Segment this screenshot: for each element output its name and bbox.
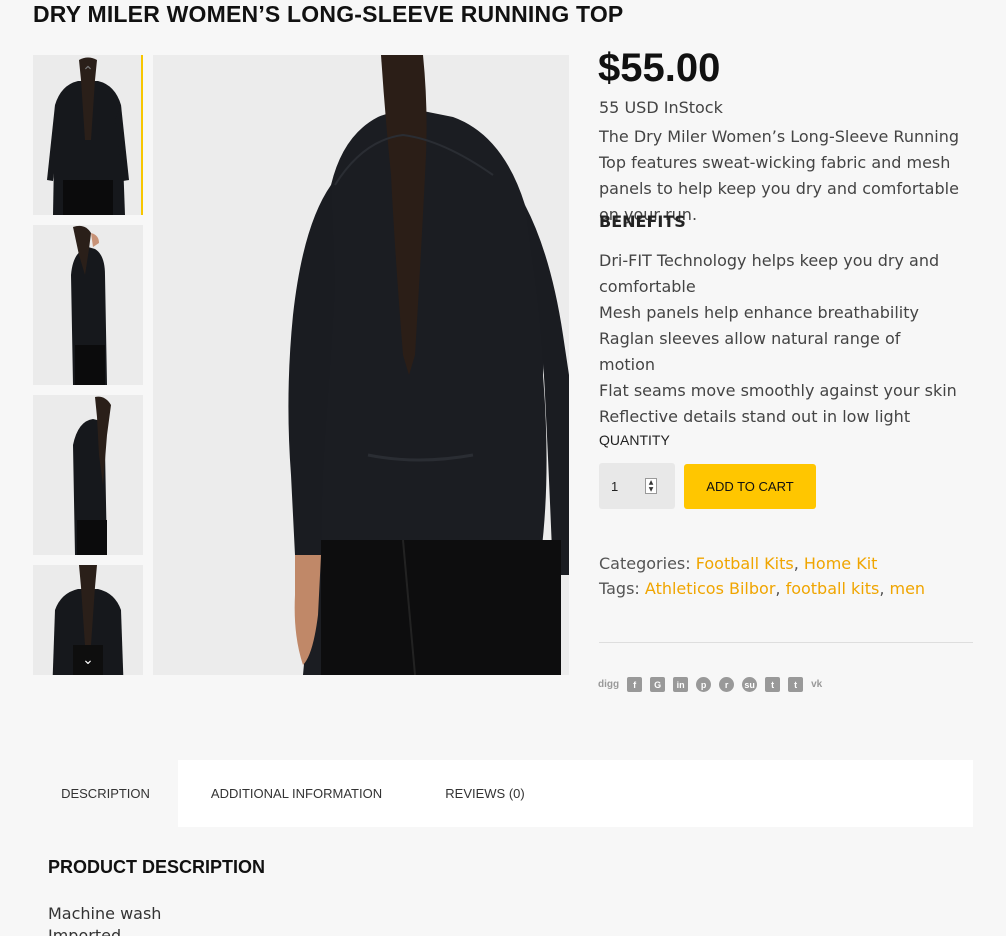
vk-icon[interactable]: vk	[811, 677, 822, 692]
stock-status: 55 USD InStock	[599, 98, 723, 117]
stumbleupon-icon[interactable]: su	[742, 677, 758, 692]
thumbnail-gallery: ⌃ ⌄	[33, 55, 143, 675]
quantity-stepper: ▲ ▼	[599, 463, 675, 509]
product-tags: Tags: Athleticos Bilbor, football kits, …	[599, 579, 926, 598]
benefit-item: Flat seams move smoothly against your sk…	[599, 381, 957, 400]
quantity-label: QUANTITY	[599, 432, 670, 448]
facebook-icon[interactable]: f	[627, 677, 643, 692]
chevron-up-icon: ⌃	[82, 64, 94, 80]
description-line: Imported	[48, 926, 122, 936]
thumbnail-scroll-up-button[interactable]: ⌃	[73, 57, 103, 87]
benefits-heading: BENEFITS	[599, 212, 686, 231]
product-description-heading: PRODUCT DESCRIPTION	[48, 857, 266, 877]
category-link-home-kit[interactable]: Home Kit	[804, 554, 878, 573]
quantity-input[interactable]	[611, 475, 641, 497]
twitter-icon[interactable]: t	[788, 677, 804, 692]
tab-additional-information[interactable]: ADDITIONAL INFORMATION	[178, 760, 415, 827]
thumbnail-side-view-2[interactable]	[33, 395, 143, 555]
tag-link-football-kits[interactable]: football kits	[786, 579, 880, 598]
tags-label: Tags:	[599, 579, 640, 598]
google-plus-icon[interactable]: G	[650, 677, 666, 692]
categories-label: Categories:	[599, 554, 691, 573]
product-title: DRY MILER WOMEN’S LONG-SLEEVE RUNNING TO…	[33, 1, 624, 27]
benefit-item: Reflective details stand out in low ligh…	[599, 407, 911, 426]
benefit-item: Dri-FIT Technology helps keep you dry an…	[599, 251, 940, 296]
benefit-item: Raglan sleeves allow natural range of mo…	[599, 329, 901, 374]
benefits-list: Dri-FIT Technology helps keep you dry an…	[599, 248, 959, 430]
product-tabs: DESCRIPTION ADDITIONAL INFORMATION REVIE…	[33, 760, 973, 827]
product-price: $55.00	[598, 46, 721, 90]
tag-link-men[interactable]: men	[889, 579, 925, 598]
increment-icon[interactable]: ▲	[646, 479, 656, 486]
benefit-item: Mesh panels help enhance breathability	[599, 303, 919, 322]
decrement-icon[interactable]: ▼	[646, 486, 656, 493]
thumbnail-scroll-down-button[interactable]: ⌄	[73, 645, 103, 675]
main-product-image[interactable]	[153, 55, 569, 675]
share-bar: digg f G in p r su t t vk	[598, 677, 822, 692]
description-line: Machine wash	[48, 904, 162, 923]
tab-description[interactable]: DESCRIPTION	[33, 760, 178, 827]
chevron-down-icon: ⌄	[82, 652, 94, 668]
product-categories: Categories: Football Kits, Home Kit	[599, 554, 878, 573]
add-to-cart-button[interactable]: ADD TO CART	[684, 464, 816, 509]
reddit-icon[interactable]: r	[719, 677, 735, 692]
product-description-body: Machine wash Imported	[48, 903, 161, 936]
pinterest-icon[interactable]: p	[696, 677, 712, 692]
category-link-football-kits[interactable]: Football Kits	[696, 554, 794, 573]
divider	[599, 642, 973, 643]
tag-link-athleticos-bilbor[interactable]: Athleticos Bilbor	[645, 579, 775, 598]
quantity-spinner[interactable]: ▲ ▼	[645, 478, 657, 494]
thumbnail-side-view[interactable]	[33, 225, 143, 385]
tumblr-icon[interactable]: t	[765, 677, 781, 692]
tab-reviews[interactable]: REVIEWS (0)	[415, 760, 555, 827]
linkedin-icon[interactable]: in	[673, 677, 689, 692]
digg-icon[interactable]: digg	[598, 677, 619, 692]
